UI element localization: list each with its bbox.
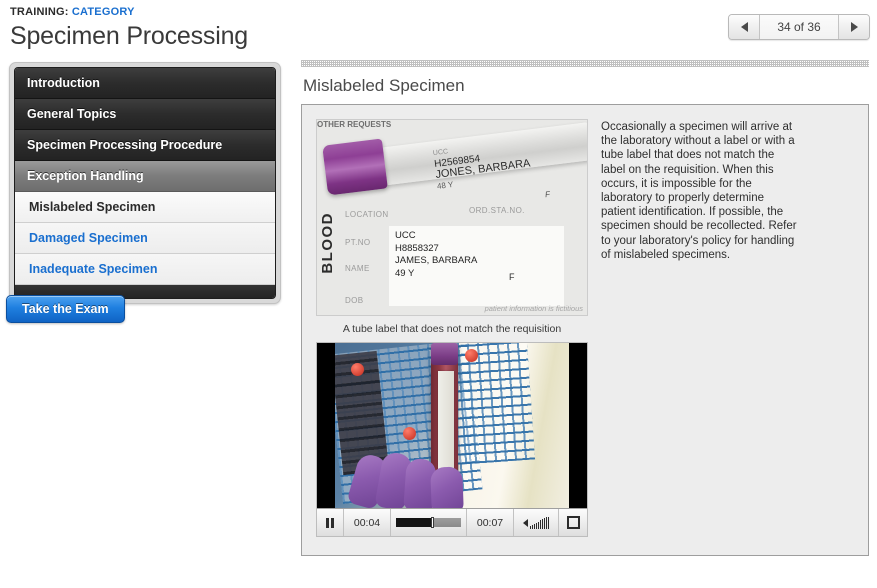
sidebar-item-inadequate-specimen[interactable]: Inadequate Specimen bbox=[15, 254, 275, 285]
pagination-control: 34 of 36 bbox=[728, 14, 870, 40]
tube-label-sex: F bbox=[544, 189, 551, 200]
photo-field-location: LOCATION bbox=[345, 210, 389, 219]
sidebar-item-exception-handling[interactable]: Exception Handling bbox=[15, 161, 275, 192]
fullscreen-button[interactable] bbox=[559, 509, 587, 536]
sidebar-item-damaged-specimen[interactable]: Damaged Specimen bbox=[15, 223, 275, 254]
page-indicator: 34 of 36 bbox=[760, 15, 838, 39]
volume-button[interactable] bbox=[514, 509, 559, 536]
take-the-exam-button[interactable]: Take the Exam bbox=[6, 295, 125, 323]
photo-side-text: BLOOD bbox=[319, 212, 336, 274]
video-scrubber[interactable] bbox=[391, 509, 467, 536]
section-title: Mislabeled Specimen bbox=[303, 76, 465, 95]
blood-tube-cap bbox=[322, 138, 388, 196]
video-gloved-finger bbox=[430, 466, 464, 509]
requisition-label: UCC H8858327 JAMES, BARBARA 49 Y bbox=[389, 226, 564, 306]
video-red-tube-cap bbox=[351, 363, 364, 376]
video-red-tube-cap bbox=[465, 349, 478, 362]
photo-field-ptno: PT.NO bbox=[345, 238, 371, 247]
photo-caption: A tube label that does not match the req… bbox=[342, 323, 562, 335]
video-frame bbox=[335, 343, 569, 509]
hatched-divider bbox=[301, 60, 869, 67]
requisition-line1: UCC bbox=[395, 230, 416, 241]
content-panel: OTHER REQUESTS BLOOD LOCATION PT.NO NAME… bbox=[301, 104, 869, 556]
requisition-sex: F bbox=[509, 272, 515, 282]
video-player[interactable]: 00:04 00:07 bbox=[316, 342, 588, 537]
video-progress-fill bbox=[396, 518, 432, 527]
breadcrumb-category-link[interactable]: CATEGORY bbox=[72, 6, 135, 18]
requisition-line2: H8858327 bbox=[395, 242, 439, 254]
breadcrumb-prefix: TRAINING: bbox=[10, 6, 69, 18]
video-blood-tube-cap bbox=[431, 343, 458, 365]
body-text: Occasionally a specimen will arrive at t… bbox=[601, 121, 797, 261]
sidebar-navigation: Introduction General Topics Specimen Pro… bbox=[9, 62, 281, 304]
specimen-photo: OTHER REQUESTS BLOOD LOCATION PT.NO NAME… bbox=[316, 119, 588, 316]
requisition-line3: JAMES, BARBARA bbox=[395, 255, 478, 266]
triangle-right-icon bbox=[850, 22, 858, 32]
sidebar-item-mislabeled-specimen[interactable]: Mislabeled Specimen bbox=[15, 192, 275, 223]
pause-button[interactable] bbox=[317, 509, 344, 536]
video-controls: 00:04 00:07 bbox=[317, 508, 587, 536]
video-letterbox-right bbox=[569, 343, 587, 509]
video-letterbox-left bbox=[317, 343, 335, 509]
video-blood-tube-label bbox=[438, 371, 454, 479]
previous-page-button[interactable] bbox=[729, 15, 760, 39]
sidebar-item-specimen-processing-procedure[interactable]: Specimen Processing Procedure bbox=[15, 130, 275, 161]
next-page-button[interactable] bbox=[838, 15, 869, 39]
video-red-tube-cap bbox=[403, 427, 416, 440]
video-current-time: 00:04 bbox=[344, 509, 391, 536]
pause-icon bbox=[326, 517, 334, 528]
sidebar-item-introduction[interactable]: Introduction bbox=[15, 68, 275, 99]
sidebar-item-general-topics[interactable]: General Topics bbox=[15, 99, 275, 130]
photo-footnote: patient information is fictitious bbox=[484, 304, 583, 313]
video-progress-track[interactable] bbox=[396, 517, 461, 528]
photo-field-ord: ORD.STA.NO. bbox=[469, 206, 525, 215]
photo-field-dob: DOB bbox=[345, 296, 364, 305]
video-duration: 00:07 bbox=[467, 509, 514, 536]
photo-field-name: NAME bbox=[345, 264, 370, 273]
volume-icon bbox=[523, 516, 549, 529]
video-progress-handle[interactable] bbox=[430, 517, 434, 528]
content-area: Mislabeled Specimen OTHER REQUESTS BLOOD… bbox=[301, 60, 869, 572]
requisition-line4: 49 Y bbox=[395, 267, 415, 279]
sidebar-menu: Introduction General Topics Specimen Pro… bbox=[14, 67, 276, 299]
fullscreen-icon bbox=[566, 516, 580, 529]
media-column: OTHER REQUESTS BLOOD LOCATION PT.NO NAME… bbox=[316, 119, 588, 537]
triangle-left-icon bbox=[740, 22, 748, 32]
